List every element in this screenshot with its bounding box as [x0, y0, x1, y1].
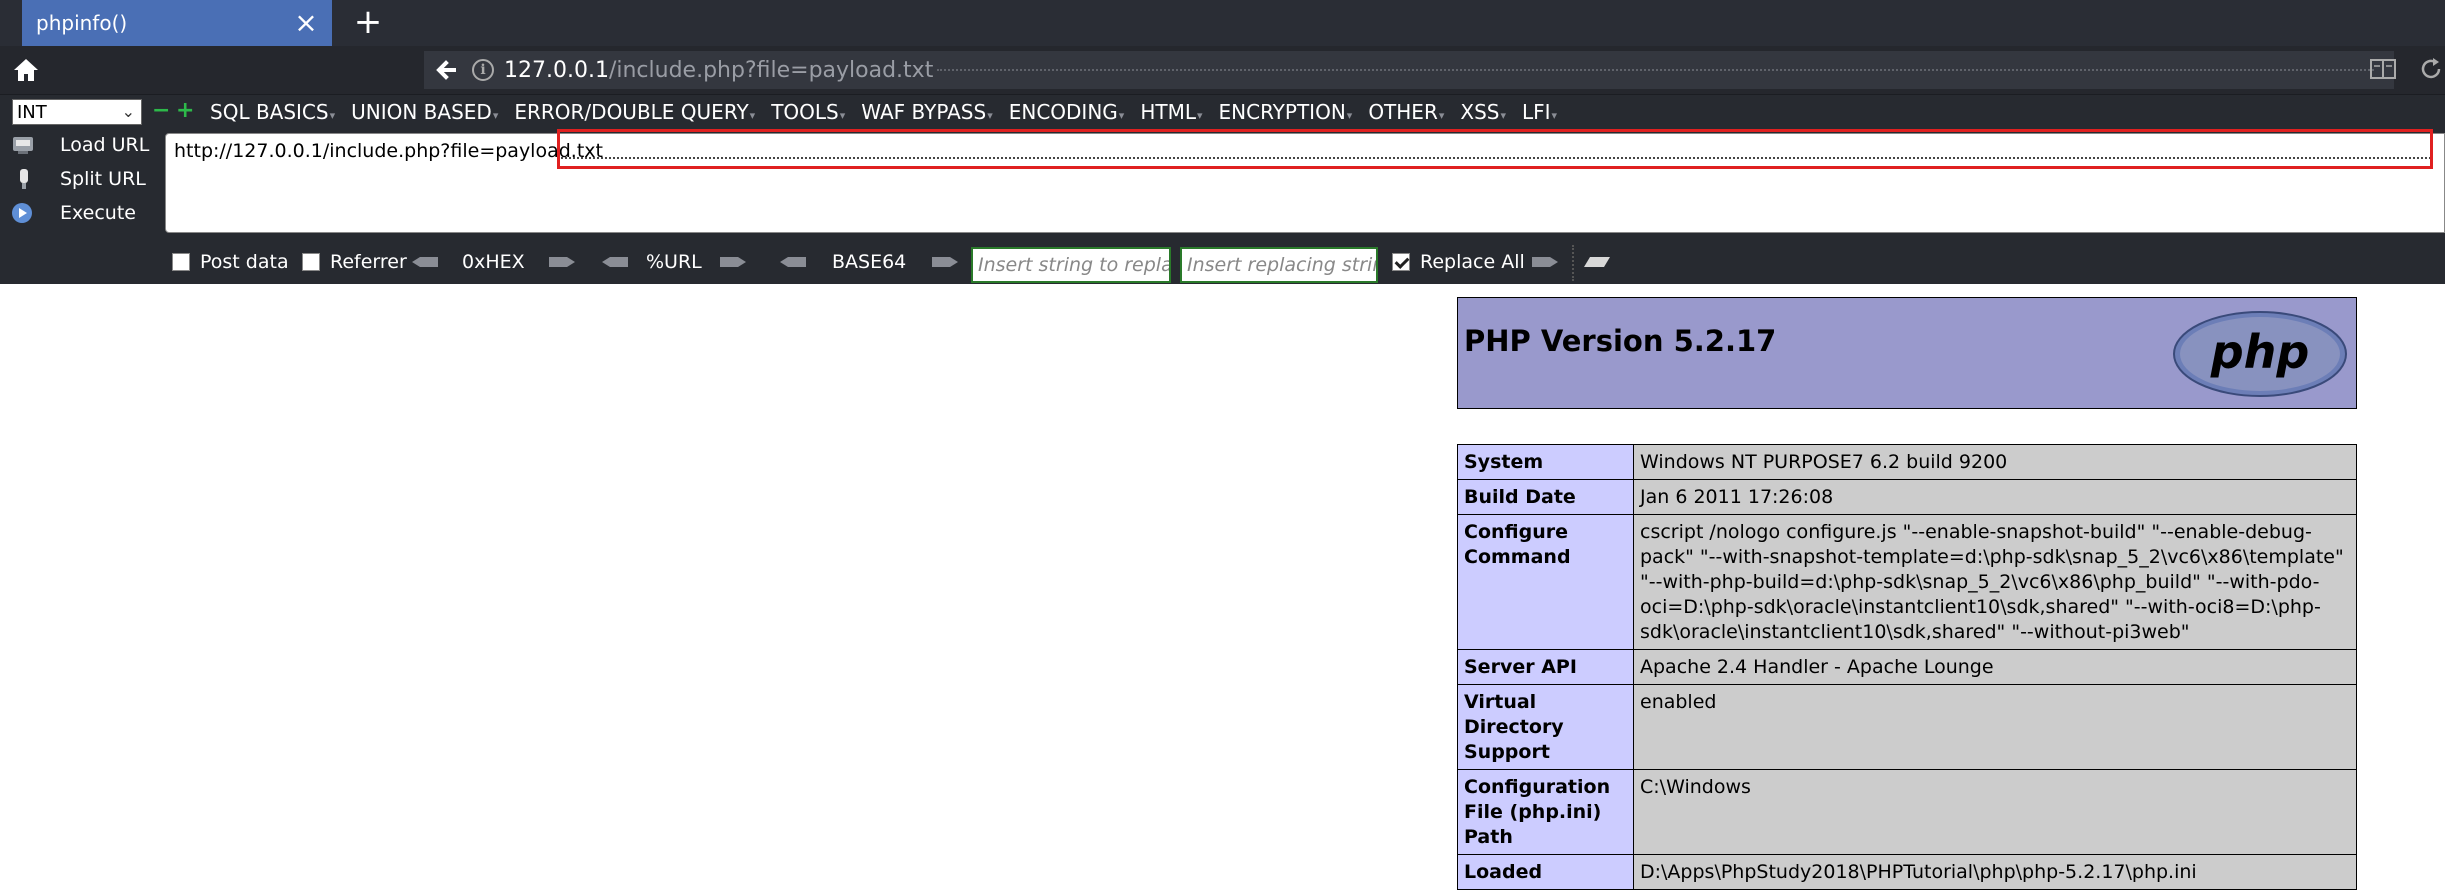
injection-type-select[interactable]: INT ⌄	[12, 99, 142, 125]
info-icon[interactable]: i	[472, 59, 494, 81]
hackbar-tool-row: Post data Referrer 0xHEX %URL BASE64 Ins…	[0, 241, 2445, 283]
row-value: Apache 2.4 Handler - Apache Lounge	[1633, 649, 2357, 685]
row-label: Virtual Directory Support	[1457, 684, 1634, 770]
replace-string-input[interactable]: Insert string to replace	[971, 247, 1171, 283]
table-row: Configuration File (php.ini) Path C:\Win…	[1457, 769, 2357, 855]
execute-icon	[12, 203, 32, 223]
menu-error-double-query[interactable]: ERROR/DOUBLE QUERY ▾	[514, 100, 755, 124]
red-highlight-annotation	[557, 129, 2433, 169]
load-url-button[interactable]: Load URL	[10, 129, 160, 161]
increase-button[interactable]: +	[176, 97, 194, 125]
decrease-button[interactable]: −	[152, 97, 170, 125]
menu-html[interactable]: HTML ▾	[1140, 100, 1202, 124]
row-value: Jan 6 2011 17:26:08	[1633, 479, 2357, 515]
page-title: PHP Version 5.2.17	[1464, 324, 1777, 358]
table-row: Loaded D:\Apps\PhpStudy2018\PHPTutorial\…	[1457, 854, 2357, 890]
menu-xss[interactable]: XSS ▾	[1460, 100, 1506, 124]
url-textarea-value: http://127.0.0.1/include.php?file=payloa…	[174, 140, 603, 162]
split-url-icon	[20, 169, 28, 189]
reader-view-icon[interactable]	[2370, 58, 2396, 80]
row-label: System	[1457, 444, 1634, 480]
load-url-icon	[13, 137, 33, 154]
replace-all-checkbox[interactable]: Replace All	[1392, 251, 1525, 273]
base64-decode-arrow-icon[interactable]	[778, 255, 808, 269]
menu-tools[interactable]: TOOLS ▾	[771, 100, 845, 124]
row-label: Configuration File (php.ini) Path	[1457, 769, 1634, 855]
row-label: Server API	[1457, 649, 1634, 685]
row-label: Configure Command	[1457, 514, 1634, 650]
php-logo-text: php	[2210, 325, 2310, 379]
menu-waf-bypass[interactable]: WAF BYPASS ▾	[861, 100, 992, 124]
base64-encode-arrow-icon[interactable]	[930, 255, 960, 269]
table-row: Build Date Jan 6 2011 17:26:08	[1457, 479, 2357, 515]
hex-label: 0xHEX	[462, 251, 525, 273]
table-row: Virtual Directory Support enabled	[1457, 684, 2357, 770]
browser-tab[interactable]: phpinfo() ×	[22, 0, 332, 46]
back-arrow-icon[interactable]	[430, 53, 464, 87]
url-path: /include.php?file=payload.txt	[608, 57, 934, 83]
home-icon[interactable]	[10, 54, 42, 86]
hex-decode-arrow-icon[interactable]	[410, 255, 440, 269]
toolbar-separator	[1572, 245, 1574, 281]
row-value: C:\Windows	[1633, 769, 2357, 855]
row-value: cscript /nologo configure.js "--enable-s…	[1633, 514, 2357, 650]
menu-encoding[interactable]: ENCODING ▾	[1009, 100, 1125, 124]
menu-sql-basics[interactable]: SQL BASICS ▾	[210, 100, 335, 124]
menu-union-based[interactable]: UNION BASED ▾	[351, 100, 498, 124]
tab-strip: phpinfo() × +	[0, 0, 2445, 46]
execute-button[interactable]: Execute	[10, 197, 160, 229]
url-host: 127.0.0.1	[504, 57, 609, 83]
navigation-bar: i 127.0.0.1/include.php?file=payload.txt	[0, 46, 2445, 94]
chevron-down-icon: ⌄	[121, 102, 135, 121]
table-row: Server API Apache 2.4 Handler - Apache L…	[1457, 649, 2357, 685]
base64-group: BASE64	[778, 249, 960, 275]
referrer-box[interactable]	[302, 253, 320, 271]
new-tab-button[interactable]: +	[350, 4, 386, 40]
injection-type-value: INT	[17, 101, 47, 123]
row-value: Windows NT PURPOSE7 6.2 build 9200	[1633, 444, 2357, 480]
url-encode-label: %URL	[646, 251, 702, 273]
table-row: System Windows NT PURPOSE7 6.2 build 920…	[1457, 444, 2357, 480]
hackbar-menu-row: INT ⌄ − + SQL BASICS ▾ UNION BASED ▾ ERROR…	[0, 95, 2445, 129]
split-url-button[interactable]: Split URL	[10, 163, 160, 195]
post-data-checkbox[interactable]: Post data	[172, 251, 289, 273]
phpinfo-table: System Windows NT PURPOSE7 6.2 build 920…	[1457, 444, 2357, 890]
url-decode-arrow-icon[interactable]	[600, 255, 630, 269]
hackbar-menus: SQL BASICS ▾ UNION BASED ▾ ERROR/DOUBLE QU…	[210, 95, 1573, 129]
url-encode-group: %URL	[600, 249, 748, 275]
menu-lfi[interactable]: LFI ▾	[1522, 100, 1557, 124]
row-label: Build Date	[1457, 479, 1634, 515]
row-value: D:\Apps\PhpStudy2018\PHPTutorial\php\php…	[1633, 854, 2357, 890]
address-bar[interactable]: i 127.0.0.1/include.php?file=payload.txt	[424, 51, 2394, 89]
hex-group: 0xHEX	[410, 249, 577, 275]
replace-arrow-icon[interactable]	[1530, 255, 1560, 269]
table-row: Configure Command cscript /nologo config…	[1457, 514, 2357, 650]
php-header: PHP Version 5.2.17 php	[1457, 297, 2357, 409]
menu-other[interactable]: OTHER ▾	[1368, 100, 1444, 124]
row-value: enabled	[1633, 684, 2357, 770]
php-logo-icon: php	[2173, 311, 2347, 397]
replacing-string-input[interactable]: Insert replacing string	[1180, 247, 1378, 283]
close-icon[interactable]: ×	[292, 9, 320, 37]
url-dots	[937, 69, 2374, 71]
hex-encode-arrow-icon[interactable]	[547, 255, 577, 269]
reload-icon[interactable]	[2418, 56, 2444, 82]
hackbar-panel: INT ⌄ − + SQL BASICS ▾ UNION BASED ▾ ERROR…	[0, 94, 2445, 284]
eraser-icon[interactable]	[1582, 255, 1612, 269]
tab-title: phpinfo()	[36, 11, 128, 35]
replace-all-box[interactable]	[1392, 253, 1410, 271]
referrer-checkbox[interactable]: Referrer	[302, 251, 407, 273]
base64-label: BASE64	[832, 251, 907, 273]
post-data-box[interactable]	[172, 253, 190, 271]
row-label: Loaded	[1457, 854, 1634, 890]
url-encode-arrow-icon[interactable]	[718, 255, 748, 269]
menu-encryption[interactable]: ENCRYPTION ▾	[1219, 100, 1353, 124]
